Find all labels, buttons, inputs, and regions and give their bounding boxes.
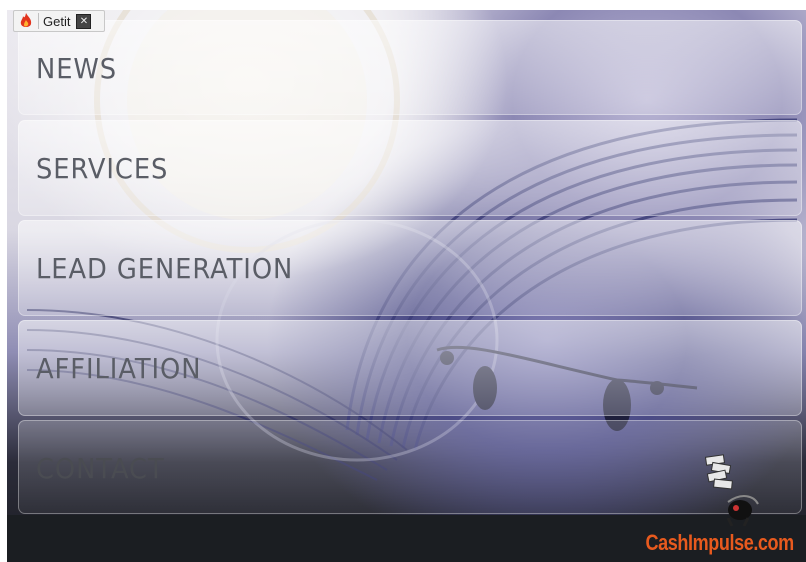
site-frame: NEWS SERVICES LEAD GENERATION AFFILIATIO… <box>7 10 806 562</box>
menu-item-label: NEWS <box>36 52 118 85</box>
menu-item-services[interactable]: SERVICES <box>18 120 802 216</box>
menu-item-news[interactable]: NEWS <box>18 20 802 115</box>
close-icon[interactable]: ✕ <box>76 13 92 29</box>
menu-item-lead-generation[interactable]: LEAD GENERATION <box>18 220 802 316</box>
menu-item-label: AFFILIATION <box>36 352 202 385</box>
menu-item-label: SERVICES <box>36 152 169 185</box>
getit-toolbar: Getit ✕ <box>13 10 105 32</box>
menu-item-contact[interactable]: CONTACT <box>18 420 802 514</box>
getit-label[interactable]: Getit <box>43 14 70 29</box>
flame-icon[interactable] <box>17 12 35 30</box>
menu-item-affiliation[interactable]: AFFILIATION <box>18 320 802 416</box>
money-mascot-icon <box>704 454 759 527</box>
menu-item-label: LEAD GENERATION <box>36 252 294 285</box>
cashimpulse-logo[interactable]: CashImpulse.com <box>646 530 795 556</box>
menu-item-label: CONTACT <box>36 452 165 485</box>
toolbar-separator <box>38 13 39 29</box>
